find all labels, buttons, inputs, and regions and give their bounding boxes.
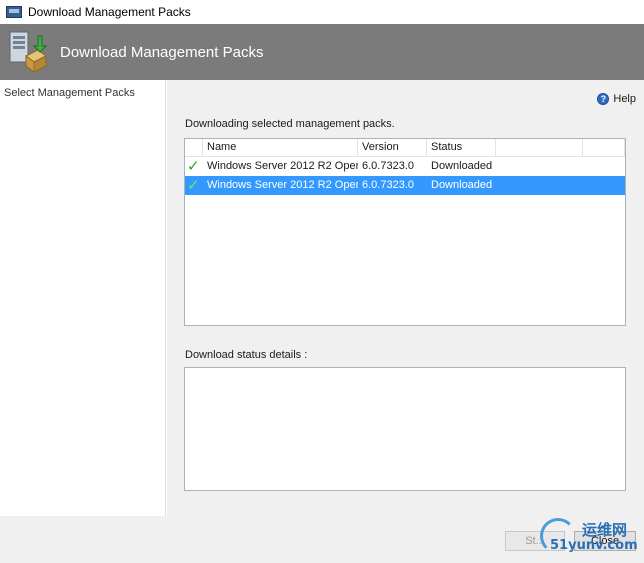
column-header-extra-1[interactable] <box>496 139 583 156</box>
management-pack-list[interactable]: Name Version Status ✓ Windows Server 201… <box>184 138 626 326</box>
help-link[interactable]: ? Help <box>597 93 636 105</box>
app-window-icon <box>6 6 22 18</box>
column-header-name[interactable]: Name <box>203 139 358 156</box>
table-row-selected[interactable]: ✓ Windows Server 2012 R2 Operati... 6.0.… <box>185 176 625 195</box>
list-caption: Downloading selected management packs. <box>185 118 395 130</box>
download-status-details-textbox[interactable] <box>184 367 626 491</box>
row-name: Windows Server 2012 R2 Operati... <box>207 179 358 191</box>
check-icon: ✓ <box>187 158 200 175</box>
check-icon: ✓ <box>187 177 200 194</box>
title-bar: Download Management Packs <box>0 0 644 24</box>
help-label: Help <box>613 93 636 105</box>
column-header-icon[interactable] <box>185 139 203 156</box>
row-version: 6.0.7323.0 <box>362 160 414 172</box>
column-header-version[interactable]: Version <box>358 139 427 156</box>
sidebar-item-select-management-packs[interactable]: Select Management Packs <box>4 87 135 99</box>
download-status-details-label: Download status details : <box>185 349 308 361</box>
start-button[interactable]: St... <box>505 531 565 551</box>
row-status: Downloaded <box>431 160 493 172</box>
management-pack-download-icon <box>8 30 48 74</box>
wizard-steps-sidebar: Select Management Packs <box>0 80 166 516</box>
column-header-extra-2[interactable] <box>583 139 625 156</box>
header-banner: Download Management Packs <box>0 24 644 80</box>
list-header: Name Version Status <box>185 139 625 157</box>
banner-title: Download Management Packs <box>60 43 264 61</box>
help-icon: ? <box>597 93 610 105</box>
table-row[interactable]: ✓ Windows Server 2012 R2 Operati... 6.0.… <box>185 157 625 176</box>
close-button[interactable]: Close <box>574 531 636 551</box>
column-header-status[interactable]: Status <box>427 139 496 156</box>
row-status: Downloaded <box>431 179 493 191</box>
row-version: 6.0.7323.0 <box>362 179 414 191</box>
window-title: Download Management Packs <box>28 5 191 19</box>
row-name: Windows Server 2012 R2 Operati... <box>207 160 358 172</box>
